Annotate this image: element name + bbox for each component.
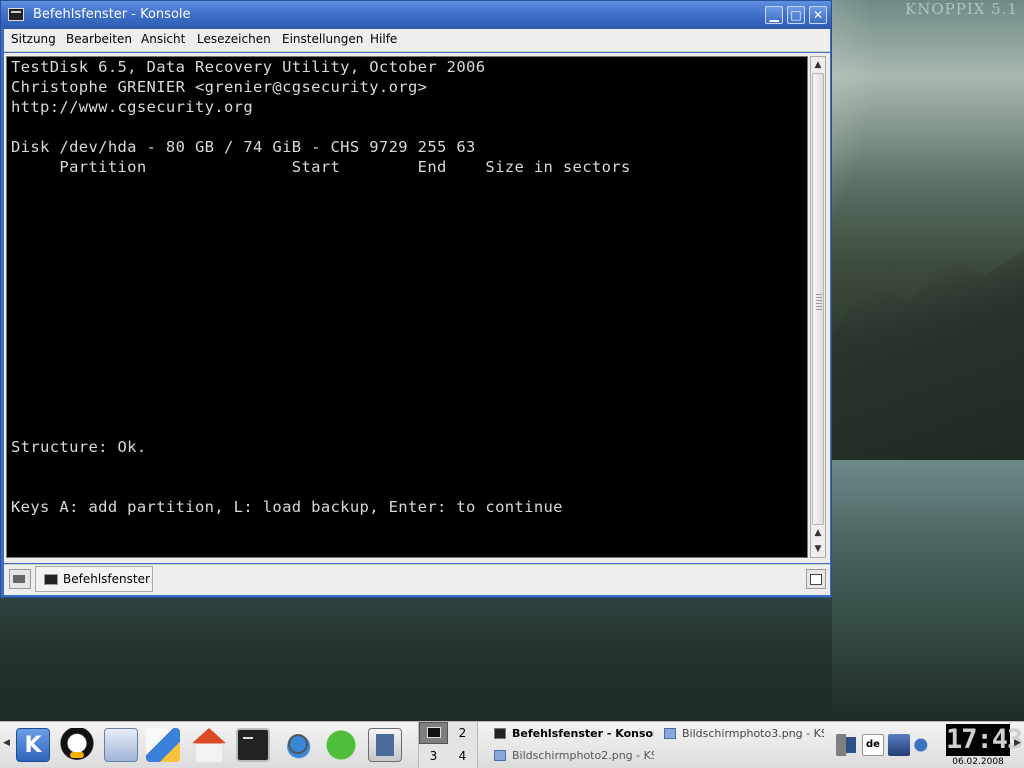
- scrollbar[interactable]: ▲ ▲ ▼: [810, 56, 826, 558]
- tab-befehlsfenster[interactable]: Befehlsfenster: [35, 566, 153, 592]
- window-title: Befehlsfenster - Konsole: [33, 7, 191, 22]
- system-tray: de: [836, 734, 936, 758]
- pager-desktop-4[interactable]: 4: [448, 745, 477, 767]
- wallpaper-mountains: [832, 250, 1024, 460]
- knoppix-watermark: KNOPPIX 5.1: [905, 0, 1019, 18]
- pager-desktop-2[interactable]: 2: [448, 722, 477, 744]
- new-session-icon[interactable]: [9, 569, 31, 589]
- maximize-button[interactable]: □: [787, 6, 805, 24]
- taskbar: ◀ K 2 3 4 Befehlsfenster - Konsole Bilds…: [0, 721, 1024, 768]
- terminal-icon[interactable]: [236, 728, 270, 762]
- menubar: Sitzung Bearbeiten Ansicht Lesezeichen E…: [4, 29, 830, 52]
- terminal-line: Partition Start End Size in sectors: [11, 158, 631, 176]
- keyboard-layout-indicator[interactable]: de: [862, 734, 884, 756]
- terminal-output[interactable]: TestDisk 6.5, Data Recovery Utility, Oct…: [6, 56, 808, 558]
- editor-icon[interactable]: [146, 728, 180, 762]
- desktop-pager: 2 3 4: [418, 722, 478, 768]
- session-tabbar: Befehlsfenster: [4, 564, 830, 595]
- close-session-icon[interactable]: [806, 569, 826, 589]
- terminal-icon: [494, 728, 506, 739]
- terminal-line: Christophe GRENIER <grenier@cgsecurity.o…: [11, 78, 428, 96]
- clock[interactable]: 17:43: [946, 724, 1023, 756]
- terminal-area: TestDisk 6.5, Data Recovery Utility, Oct…: [4, 53, 830, 563]
- volume-icon[interactable]: [912, 734, 934, 756]
- menu-lesezeichen[interactable]: Lesezeichen: [197, 32, 271, 46]
- image-icon: [494, 750, 506, 761]
- browser-icon[interactable]: [280, 728, 314, 762]
- office-icon[interactable]: [368, 728, 402, 762]
- terminal-line: Disk /dev/hda - 80 GB / 74 GiB - CHS 972…: [11, 138, 476, 156]
- scroll-up-arrow[interactable]: ▲: [811, 57, 825, 73]
- update-icon[interactable]: [324, 728, 358, 762]
- pager-desktop-3[interactable]: 3: [419, 745, 448, 767]
- task-label: Befehlsfenster - Konsole: [512, 727, 654, 740]
- task-konsole[interactable]: Befehlsfenster - Konsole: [494, 724, 654, 744]
- menu-bearbeiten[interactable]: Bearbeiten: [66, 32, 132, 46]
- menu-ansicht[interactable]: Ansicht: [141, 32, 185, 46]
- tux-icon[interactable]: [60, 728, 94, 762]
- menu-einstellungen[interactable]: Einstellungen: [282, 32, 363, 46]
- menu-sitzung[interactable]: Sitzung: [11, 32, 56, 46]
- terminal-icon[interactable]: [8, 8, 24, 21]
- window-list-icon[interactable]: [104, 728, 138, 762]
- task-ksnapshot-2[interactable]: Bildschirmphoto2.png - KSnap: [494, 746, 654, 766]
- scroll-thumb[interactable]: [812, 73, 824, 525]
- konsole-window: Befehlsfenster - Konsole ▁ □ ✕ Sitzung B…: [0, 0, 832, 598]
- task-label: Bildschirmphoto2.png - KSnap: [512, 749, 654, 762]
- k-menu-button[interactable]: K: [16, 728, 50, 762]
- terminal-line: Structure: Ok.: [11, 438, 147, 456]
- tab-label: Befehlsfenster: [63, 572, 150, 586]
- right-arrow-icon[interactable]: ▶: [1014, 738, 1021, 748]
- terminal-icon: [44, 574, 58, 585]
- left-arrow-icon[interactable]: ◀: [3, 738, 10, 748]
- grip-icon: [816, 294, 822, 312]
- minimize-button[interactable]: ▁: [765, 6, 783, 24]
- terminal-line: Keys A: add partition, L: load backup, E…: [11, 498, 563, 516]
- terminal-line: http://www.cgsecurity.org: [11, 98, 254, 116]
- task-label: Bildschirmphoto3.png - KSnap: [682, 727, 824, 740]
- task-ksnapshot-3[interactable]: Bildschirmphoto3.png - KSnap: [664, 724, 824, 744]
- close-button[interactable]: ✕: [809, 6, 827, 24]
- pager-desktop-1[interactable]: [419, 722, 448, 744]
- scroll-down-arrow[interactable]: ▼: [811, 541, 825, 557]
- date-label: 06.02.2008: [952, 757, 1004, 767]
- wallpaper-sea: [832, 460, 1024, 720]
- terminal-line: TestDisk 6.5, Data Recovery Utility, Oct…: [11, 58, 486, 76]
- display-icon[interactable]: [888, 734, 910, 756]
- network-icon[interactable]: [836, 734, 858, 756]
- home-icon[interactable]: [192, 728, 226, 762]
- scroll-up-arrow-bottom[interactable]: ▲: [811, 525, 825, 541]
- menu-hilfe[interactable]: Hilfe: [370, 32, 397, 46]
- image-icon: [664, 728, 676, 739]
- window-titlebar[interactable]: Befehlsfenster - Konsole ▁ □ ✕: [1, 1, 831, 29]
